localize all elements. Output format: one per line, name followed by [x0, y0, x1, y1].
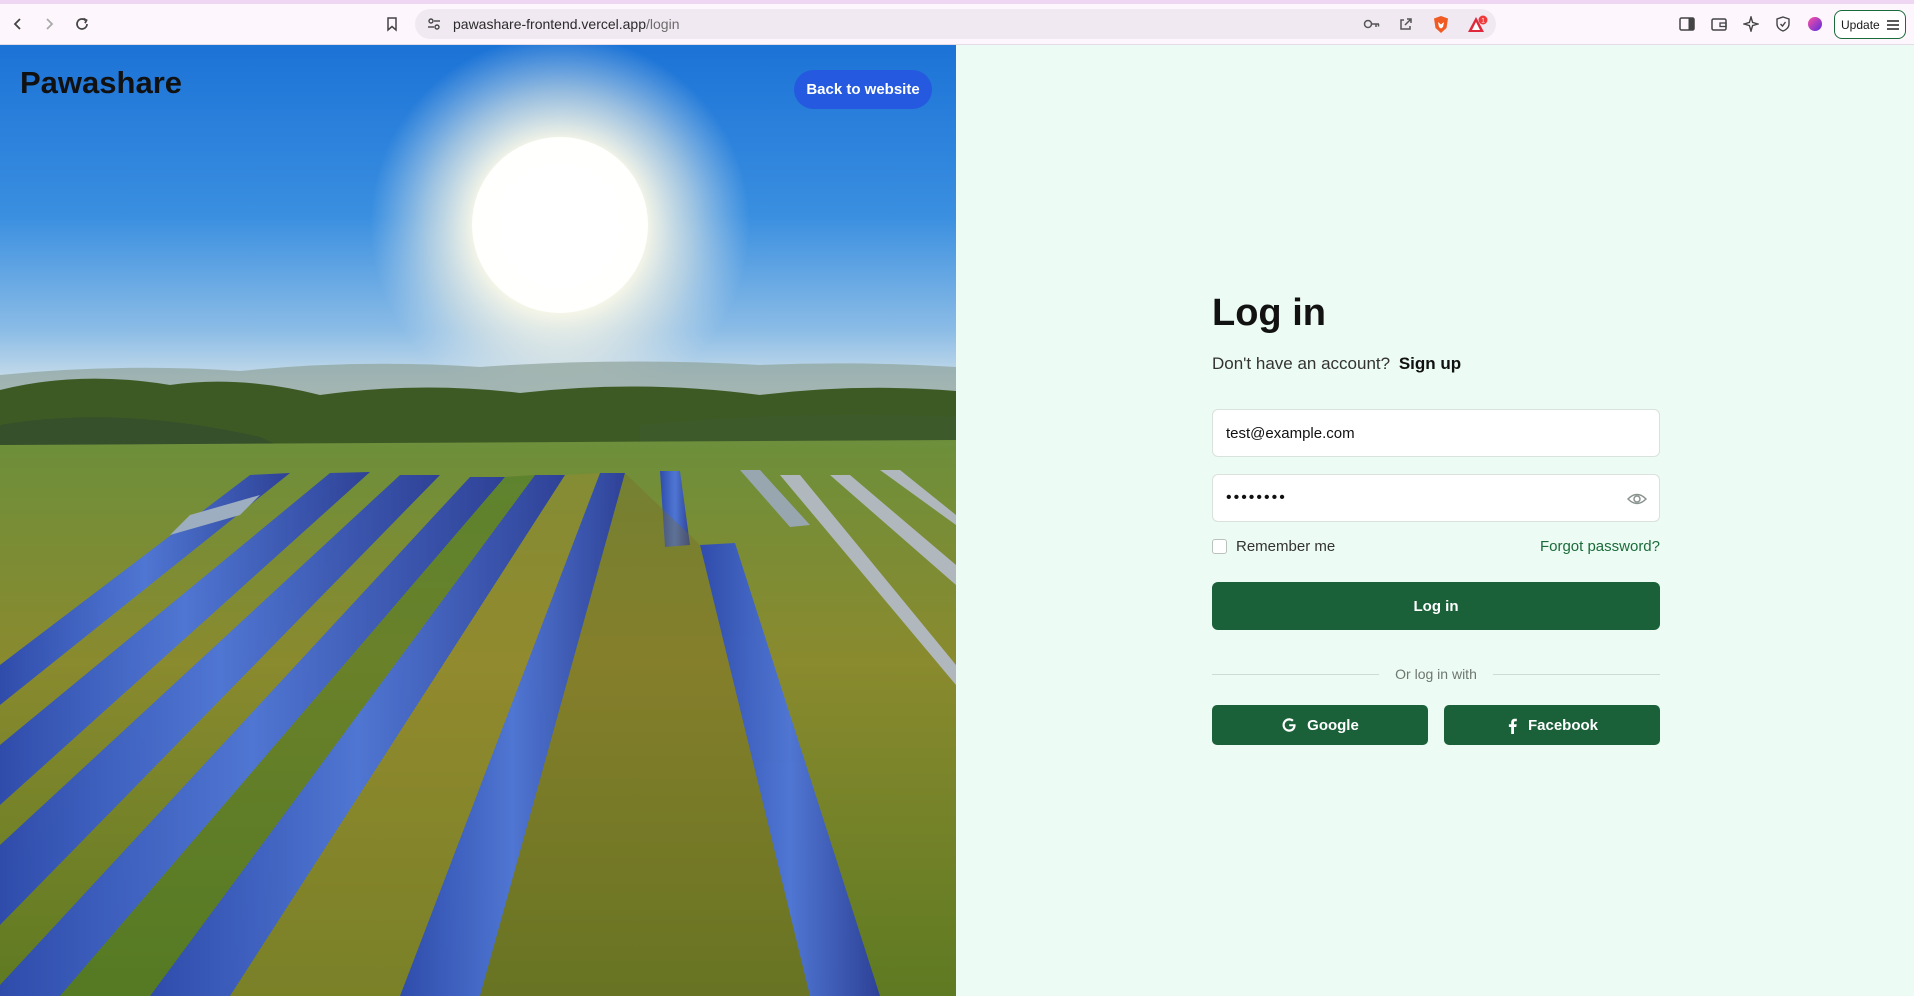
remember-me-checkbox[interactable]: [1212, 539, 1227, 554]
bookmark-icon[interactable]: [378, 10, 406, 38]
password-field[interactable]: ••••••••: [1212, 474, 1660, 522]
hero-solar-image: Pawashare Back to website: [0, 45, 956, 996]
facebook-login-label: Facebook: [1527, 716, 1599, 734]
share-icon[interactable]: [1398, 16, 1414, 37]
back-arrow-icon[interactable]: [4, 10, 32, 38]
remember-me-row: Remember me: [1212, 538, 1335, 555]
url-text: pawashare-frontend.vercel.app/login: [453, 16, 679, 32]
wallet-icon[interactable]: [1705, 10, 1733, 38]
google-icon: [1282, 718, 1296, 732]
forward-arrow-icon[interactable]: [35, 10, 63, 38]
password-key-icon[interactable]: [1363, 17, 1381, 36]
show-password-eye-icon[interactable]: [1627, 490, 1647, 508]
profile-avatar-icon[interactable]: [1801, 10, 1829, 38]
sidebar-toggle-icon[interactable]: [1673, 10, 1701, 38]
login-submit-button[interactable]: Log in: [1212, 582, 1660, 630]
page-title: Log in: [1212, 292, 1326, 334]
facebook-login-button[interactable]: Facebook: [1444, 705, 1660, 745]
back-to-website-button[interactable]: Back to website: [794, 70, 932, 109]
email-value: test@example.com: [1226, 424, 1355, 442]
facebook-icon: [1508, 718, 1517, 734]
divider-label: Or log in with: [1395, 666, 1477, 682]
forgot-password-link[interactable]: Forgot password?: [1540, 538, 1660, 555]
login-form: Log in Don't have an account? Sign up te…: [1212, 290, 1661, 745]
google-login-label: Google: [1307, 716, 1359, 734]
google-login-button[interactable]: Google: [1212, 705, 1428, 745]
url-host: pawashare-frontend.vercel.app: [453, 16, 647, 32]
update-button-label: Update: [1841, 17, 1880, 32]
brand-logo-text: Pawashare: [20, 65, 182, 100]
browser-toolbar: pawashare-frontend.vercel.app/login 1 Up…: [0, 4, 1914, 45]
divider-line-left: [1212, 673, 1380, 675]
divider-line-right: [1492, 673, 1661, 675]
leo-ai-icon[interactable]: [1737, 10, 1765, 38]
social-login-divider: Or log in with: [1212, 664, 1661, 684]
remember-me-label: Remember me: [1236, 538, 1336, 555]
signup-prompt-text: Don't have an account?: [1212, 354, 1391, 373]
password-value: ••••••••: [1226, 489, 1287, 506]
reload-icon[interactable]: [68, 10, 96, 38]
url-path: /login: [646, 16, 680, 32]
menu-icon: [1886, 19, 1899, 30]
email-field[interactable]: test@example.com: [1212, 409, 1660, 457]
signup-prompt-row: Don't have an account? Sign up: [1212, 354, 1461, 374]
vpn-shield-icon[interactable]: [1769, 10, 1797, 38]
update-button[interactable]: Update: [1834, 10, 1906, 39]
rewards-badge-count: 1: [1481, 18, 1485, 25]
solar-farm-illustration: [0, 45, 956, 996]
address-bar[interactable]: pawashare-frontend.vercel.app/login 1: [415, 9, 1496, 39]
site-settings-icon[interactable]: [427, 17, 441, 36]
brave-shields-icon[interactable]: [1432, 15, 1450, 39]
signup-link[interactable]: Sign up: [1399, 354, 1461, 373]
brave-rewards-icon[interactable]: 1: [1467, 15, 1489, 39]
